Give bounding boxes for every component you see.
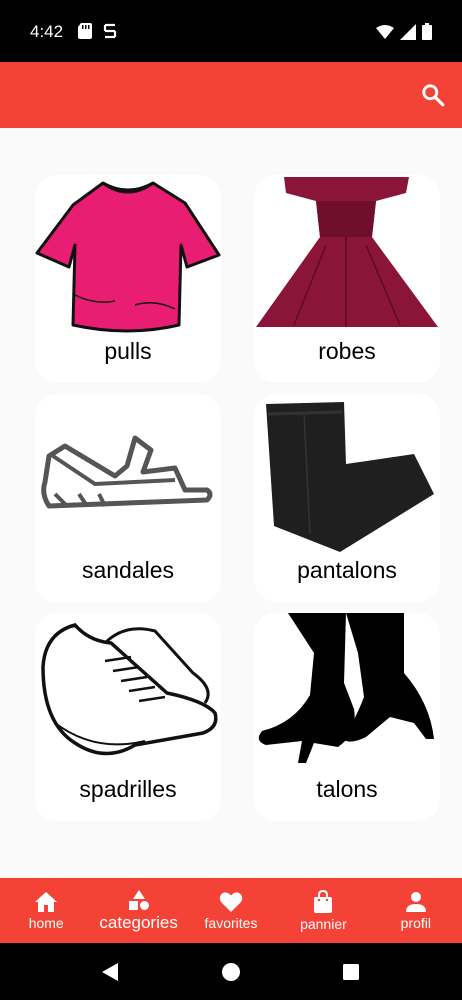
category-label: spadrilles (79, 776, 177, 802)
category-card-sandales[interactable]: sandales (35, 394, 221, 602)
status-system-icons (376, 23, 432, 40)
sd-card-icon (78, 23, 92, 39)
category-label: talons (316, 776, 378, 802)
nav-label: categories (99, 912, 178, 932)
nav-home[interactable]: home (0, 878, 92, 943)
nav-label: home (28, 914, 64, 931)
sync-icon (103, 23, 117, 39)
heels-image (258, 613, 434, 763)
category-grid: pulls robes sandales pantalons spadrille… (0, 128, 462, 878)
nav-pannier[interactable]: pannier (277, 878, 369, 943)
nav-categories[interactable]: categories (92, 878, 184, 943)
recents-icon[interactable] (341, 962, 361, 982)
app-bar (0, 62, 462, 128)
tshirt-image (35, 181, 221, 333)
nav-label: pannier (300, 915, 347, 932)
sandal-image (41, 435, 213, 509)
system-navigation-bar (0, 943, 462, 1000)
category-label: pulls (104, 338, 152, 364)
person-icon (405, 891, 426, 912)
categories-icon (128, 889, 149, 910)
wifi-icon (376, 24, 394, 39)
dress-image (256, 177, 438, 327)
category-label: sandales (81, 557, 175, 583)
category-card-spadrilles[interactable]: spadrilles (35, 613, 221, 821)
category-card-robes[interactable]: robes (254, 175, 440, 383)
search-button[interactable] (420, 82, 446, 108)
search-icon (422, 84, 445, 107)
bottom-navigation: home categories favorites pannier profil (0, 878, 462, 943)
category-card-talons[interactable]: talons (254, 613, 440, 821)
status-notification-icons (78, 23, 118, 39)
status-bar: 4:42 (0, 0, 462, 62)
signal-icon (400, 23, 416, 40)
category-card-pantalons[interactable]: pantalons (254, 394, 440, 602)
home-icon (35, 891, 58, 912)
shopping-bag-icon (314, 889, 333, 913)
nav-profil[interactable]: profil (370, 878, 462, 943)
home-circle-icon[interactable] (221, 962, 241, 982)
heart-icon (219, 891, 243, 912)
trousers-image (266, 402, 434, 552)
nav-label: profil (400, 914, 431, 931)
category-label: robes (318, 338, 376, 364)
category-label: pantalons (297, 557, 397, 583)
status-time: 4:42 (30, 22, 64, 41)
back-icon[interactable] (100, 962, 120, 982)
nav-label: favorites (204, 914, 258, 931)
nav-favorites[interactable]: favorites (185, 878, 277, 943)
battery-icon (422, 23, 432, 40)
sneakers-image (41, 623, 218, 756)
category-card-pulls[interactable]: pulls (35, 175, 221, 383)
